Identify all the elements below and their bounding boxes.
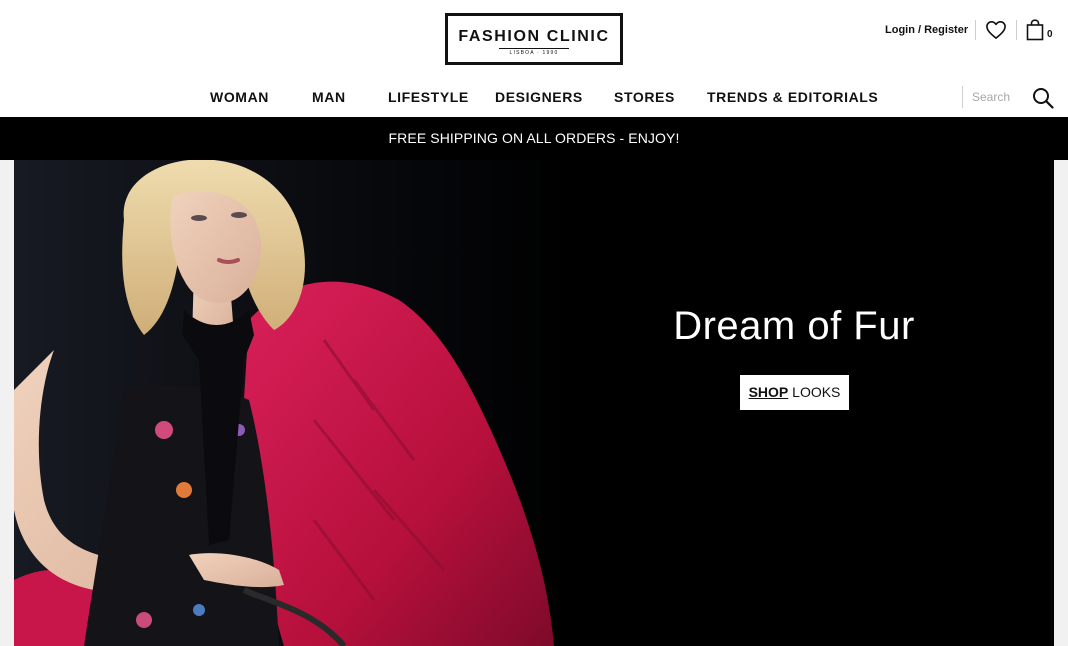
nav-item-man[interactable]: MAN [312,89,346,105]
brand-tagline: LISBOA · 1990 [499,48,569,56]
hero-title: Dream of Fur [673,304,915,348]
bag-count-badge: 0 [1047,29,1053,40]
brand-name: FASHION CLINIC [458,28,610,45]
cta-strong-label: SHOP [748,384,789,400]
search-input[interactable] [962,86,1022,108]
search-bar [960,86,1060,110]
nav-item-trends-editorials[interactable]: TRENDS & EDITORIALS [707,89,878,105]
nav-item-stores[interactable]: STORES [614,89,675,105]
login-register-link[interactable]: Login / Register [885,24,968,36]
header-divider [1016,20,1017,40]
promo-bar: FREE SHIPPING ON ALL ORDERS - ENJOY! [0,117,1068,160]
heart-icon[interactable] [985,20,1007,40]
nav-item-woman[interactable]: WOMAN [210,89,269,105]
promo-text: FREE SHIPPING ON ALL ORDERS - ENJOY! [388,130,680,146]
hero-banner[interactable]: Dream of Fur SHOP LOOKS [14,160,1054,646]
hero-model-photo [14,160,574,646]
search-icon[interactable] [1032,87,1054,109]
site-header: FASHION CLINIC LISBOA · 1990 Login / Reg… [0,0,1068,117]
cta-label: LOOKS [788,384,841,400]
nav-item-lifestyle[interactable]: LIFESTYLE [388,89,469,105]
shopping-bag-icon[interactable] [1026,19,1044,41]
brand-logo[interactable]: FASHION CLINIC LISBOA · 1990 [445,13,623,65]
shop-looks-button[interactable]: SHOP LOOKS [740,375,849,410]
nav-item-designers[interactable]: DESIGNERS [495,89,583,105]
header-divider [975,20,976,40]
